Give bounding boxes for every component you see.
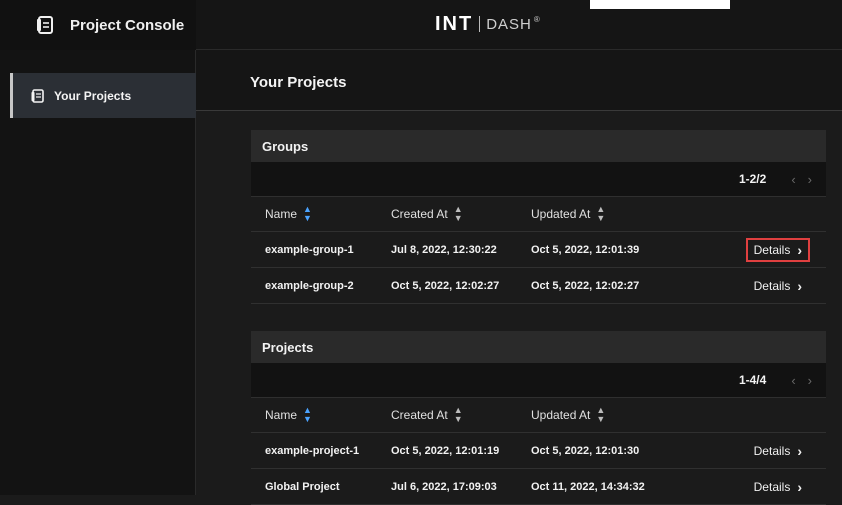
groups-pager-count: 1-2/2 (738, 172, 767, 186)
group-name: example-group-1 (265, 243, 354, 256)
registered-mark: ® (533, 15, 540, 24)
projects-pager-count: 1-4/4 (738, 373, 767, 387)
groups-col-updated[interactable]: Updated At ▲ ▼ (531, 205, 691, 223)
chevron-right-icon: › (797, 442, 802, 459)
brand-logo: INT DASH ® (435, 13, 540, 35)
table-row: example-group-2 Oct 5, 2022, 12:02:27 Oc… (251, 268, 826, 304)
chevron-right-icon: › (797, 478, 802, 495)
projects-col-name[interactable]: Name ▲ ▼ (251, 406, 391, 424)
project-updated-at: Oct 11, 2022, 14:34:32 (531, 480, 645, 493)
projects-table-header: Name ▲ ▼ Created At ▲ ▼ Updated At ▲ ▼ (251, 398, 826, 433)
sort-down-arrow: ▼ (596, 414, 606, 424)
group-updated-at: Oct 5, 2022, 12:01:39 (531, 243, 640, 256)
column-label: Created At (391, 207, 448, 221)
projects-col-created[interactable]: Created At ▲ ▼ (391, 406, 531, 424)
sort-down-arrow: ▼ (303, 414, 312, 424)
app-title: Project Console (70, 16, 185, 34)
groups-col-created[interactable]: Created At ▲ ▼ (391, 205, 531, 223)
group-name: example-group-2 (265, 279, 354, 292)
sort-icon: ▲ ▼ (454, 406, 463, 424)
groups-next-page-button[interactable]: › (808, 172, 812, 187)
groups-table-header: Name ▲ ▼ Created At ▲ ▼ Updated At ▲ ▼ (251, 197, 826, 232)
brand-main-text: INT (435, 12, 474, 35)
details-button[interactable]: Details › (746, 439, 810, 463)
groups-prev-page-button[interactable]: ‹ (791, 172, 795, 187)
top-bar: Project Console INT DASH ® (0, 0, 842, 50)
groups-col-name[interactable]: Name ▲ ▼ (251, 205, 391, 223)
group-updated-at: Oct 5, 2022, 12:02:27 (531, 279, 640, 292)
sort-down-arrow: ▼ (453, 213, 463, 223)
project-updated-at: Oct 5, 2022, 12:01:30 (531, 444, 640, 457)
sidebar-item-label: Your Projects (54, 88, 132, 103)
projects-panel: Projects 1-4/4 ‹ › Name ▲ ▼ Created At ▲… (251, 331, 826, 505)
sort-down-arrow: ▼ (303, 213, 312, 223)
console-icon (36, 15, 54, 35)
chevron-right-icon: › (797, 277, 802, 294)
projects-next-page-button[interactable]: › (808, 373, 812, 388)
projects-pager: 1-4/4 ‹ › (251, 363, 826, 398)
details-label: Details (753, 479, 791, 494)
main-content: Your Projects Groups 1-2/2 ‹ › Name ▲ ▼ … (196, 50, 842, 505)
projects-title-row: Projects (251, 331, 826, 363)
chevron-right-icon: › (797, 241, 802, 258)
groups-pager: 1-2/2 ‹ › (251, 162, 826, 197)
action-cell: Details › (691, 237, 826, 262)
projects-title: Projects (262, 339, 314, 355)
groups-title: Groups (262, 138, 309, 154)
details-button[interactable]: Details › (746, 274, 810, 298)
table-row: Global Project Jul 6, 2022, 17:09:03 Oct… (251, 469, 826, 505)
details-label: Details (753, 443, 791, 458)
brand-divider (479, 16, 481, 32)
sort-icon: ▲ ▼ (303, 205, 312, 223)
sidebar-item-your-projects[interactable]: Your Projects (10, 73, 196, 118)
app-header: Project Console (0, 0, 196, 50)
project-created-at: Jul 6, 2022, 17:09:03 (391, 480, 497, 493)
column-label: Created At (391, 408, 448, 422)
projects-prev-page-button[interactable]: ‹ (791, 373, 795, 388)
details-button[interactable]: Details › (745, 237, 810, 262)
table-row: example-group-1 Jul 8, 2022, 12:30:22 Oc… (251, 232, 826, 268)
sort-icon: ▲ ▼ (596, 205, 605, 223)
action-cell: Details › (691, 439, 826, 463)
projects-col-updated[interactable]: Updated At ▲ ▼ (531, 406, 691, 424)
groups-title-row: Groups (251, 130, 826, 162)
details-label: Details (753, 278, 791, 293)
sort-icon: ▲ ▼ (454, 205, 463, 223)
project-name: Global Project (265, 480, 340, 493)
sort-icon: ▲ ▼ (303, 406, 312, 424)
table-row: example-project-1 Oct 5, 2022, 12:01:19 … (251, 433, 826, 469)
column-label: Name (265, 207, 298, 221)
details-label: Details (753, 242, 791, 257)
column-label: Updated At (531, 207, 591, 221)
column-label: Updated At (531, 408, 591, 422)
sort-down-arrow: ▼ (453, 414, 463, 424)
groups-panel: Groups 1-2/2 ‹ › Name ▲ ▼ Created At ▲ ▼ (251, 130, 826, 304)
project-created-at: Oct 5, 2022, 12:01:19 (391, 444, 500, 457)
page-header: Your Projects (196, 50, 842, 111)
top-bar-strip (590, 0, 730, 9)
sort-down-arrow: ▼ (596, 213, 606, 223)
group-created-at: Jul 8, 2022, 12:30:22 (391, 243, 497, 256)
page-title: Your Projects (250, 74, 347, 91)
sidebar: Your Projects (0, 50, 196, 495)
brand-sub-text: DASH (486, 15, 532, 33)
column-label: Name (265, 408, 298, 422)
action-cell: Details › (691, 274, 826, 298)
documents-icon (31, 88, 45, 103)
project-name: example-project-1 (265, 444, 360, 457)
sort-icon: ▲ ▼ (596, 406, 605, 424)
group-created-at: Oct 5, 2022, 12:02:27 (391, 279, 500, 292)
